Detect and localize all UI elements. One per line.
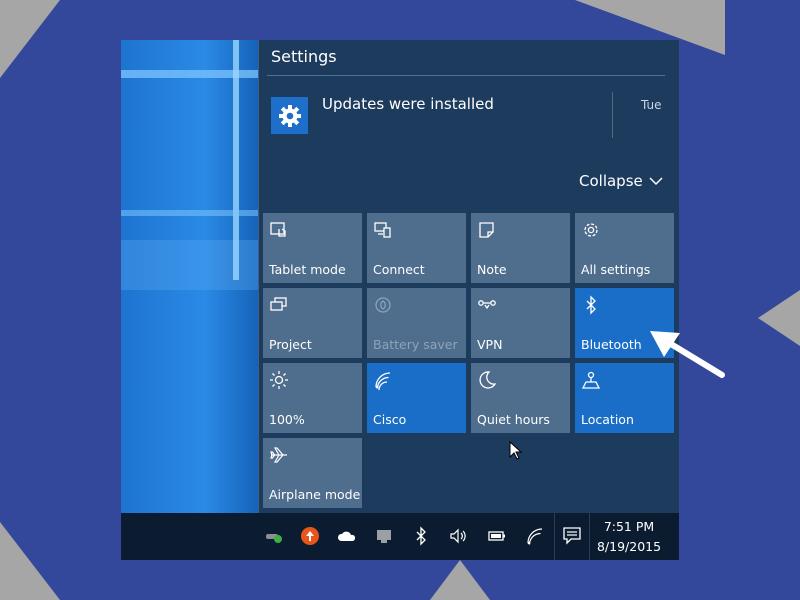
taskbar: 7:51 PM 8/19/2015 xyxy=(121,513,679,560)
action-center-panel: Settings Updates were installed Tue Coll… xyxy=(258,40,679,513)
tile-note[interactable]: Note xyxy=(471,213,570,283)
gear-icon xyxy=(271,97,308,134)
annotation-arrow-icon xyxy=(650,331,725,378)
onedrive-icon[interactable] xyxy=(337,526,357,546)
battery-icon[interactable] xyxy=(487,526,507,546)
display-icon[interactable] xyxy=(374,526,394,546)
note-icon xyxy=(479,222,494,238)
tile-brightness[interactable]: 100% xyxy=(263,363,362,433)
tile-label: Bluetooth xyxy=(581,337,642,352)
windows-screen: Settings Updates were installed Tue Coll… xyxy=(121,40,679,560)
airplane-icon xyxy=(270,447,287,463)
mouse-cursor-icon xyxy=(509,441,523,460)
action-center-icon xyxy=(563,527,581,545)
bluetooth-icon[interactable] xyxy=(411,526,431,546)
tile-label: Note xyxy=(477,262,507,277)
tile-wifi-cisco[interactable]: Cisco xyxy=(367,363,466,433)
decor-triangle-top-left xyxy=(0,0,60,78)
wifi-icon[interactable] xyxy=(525,526,545,546)
tile-label: Tablet mode xyxy=(269,262,346,277)
tile-label: Quiet hours xyxy=(477,412,550,427)
tile-label: Connect xyxy=(373,262,425,277)
network-status-icon[interactable] xyxy=(264,526,284,546)
tile-label: Location xyxy=(581,412,634,427)
bluetooth-icon xyxy=(586,295,596,315)
quick-actions-grid: Tablet mode Connect Note All settings Pr… xyxy=(263,213,674,508)
notification-time: Tue xyxy=(641,98,662,112)
tile-battery-saver[interactable]: Battery saver xyxy=(367,288,466,358)
notification-item[interactable]: Updates were installed Tue xyxy=(271,92,666,155)
moon-icon xyxy=(479,371,497,389)
collapse-button[interactable]: Collapse xyxy=(579,172,663,190)
chevron-down-icon xyxy=(649,177,663,186)
decor-triangle-bottom-center xyxy=(430,560,490,600)
volume-icon[interactable] xyxy=(448,526,468,546)
decor-triangle-bottom-left xyxy=(0,522,60,600)
notification-separator xyxy=(612,92,613,138)
connect-icon xyxy=(374,222,391,238)
clock-date: 8/19/2015 xyxy=(596,539,662,554)
tile-label: Airplane mode xyxy=(269,487,361,502)
action-center-button[interactable] xyxy=(554,513,590,560)
vpn-icon xyxy=(478,300,496,310)
location-icon xyxy=(581,371,601,389)
gear-icon xyxy=(584,223,598,237)
tile-vpn[interactable]: VPN xyxy=(471,288,570,358)
tile-label: Cisco xyxy=(373,412,407,427)
decor-triangle-right xyxy=(758,290,800,346)
desktop-wallpaper xyxy=(121,40,261,513)
battery-saver-icon xyxy=(375,297,391,313)
panel-divider xyxy=(267,75,665,76)
collapse-label: Collapse xyxy=(579,172,643,190)
tile-all-settings[interactable]: All settings xyxy=(575,213,674,283)
update-icon[interactable] xyxy=(300,526,320,546)
project-icon xyxy=(270,297,287,311)
tile-label: Battery saver xyxy=(373,337,458,352)
brightness-icon xyxy=(270,371,288,389)
tile-label: 100% xyxy=(269,412,305,427)
tile-project[interactable]: Project xyxy=(263,288,362,358)
clock-time: 7:51 PM xyxy=(603,519,655,534)
notification-text: Updates were installed xyxy=(322,95,494,113)
tile-airplane-mode[interactable]: Airplane mode xyxy=(263,438,362,508)
tile-label: Project xyxy=(269,337,312,352)
taskbar-clock[interactable]: 7:51 PM 8/19/2015 xyxy=(593,517,665,557)
tile-label: All settings xyxy=(581,262,651,277)
tile-quiet-hours[interactable]: Quiet hours xyxy=(471,363,570,433)
tile-label: VPN xyxy=(477,337,503,352)
wifi-icon xyxy=(375,372,391,390)
tablet-mode-icon xyxy=(270,222,286,237)
tile-tablet-mode[interactable]: Tablet mode xyxy=(263,213,362,283)
panel-title: Settings xyxy=(271,47,337,66)
tile-connect[interactable]: Connect xyxy=(367,213,466,283)
